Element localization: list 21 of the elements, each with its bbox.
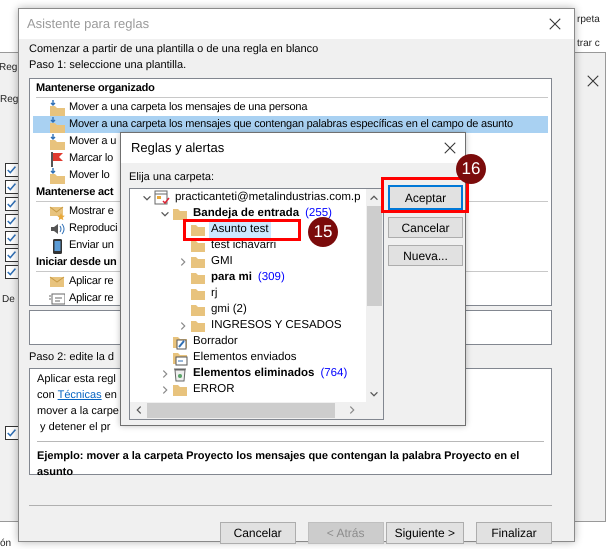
window-text: De (2, 293, 15, 307)
window-title: Reglas y alertas (131, 139, 224, 158)
window-text: trar c (577, 37, 600, 51)
instruction-text: Comenzar a partir de una plantilla o de una regla en blanco (29, 42, 318, 57)
description-text: con (37, 389, 56, 401)
example-text: Ejemplo: mover a la carpeta Proyecto los mensajes que contengan la palabra Proyecto en el asunto (37, 449, 520, 480)
window-text: Reg (0, 93, 18, 107)
prompt-label: Elija una carpeta: (129, 170, 214, 185)
description-text: Aplicar esta regl (37, 372, 116, 387)
window-text: Reg (0, 61, 18, 75)
description-text: y detener el pr (39, 420, 110, 435)
unread-count: (309) (258, 270, 285, 286)
description-text: mover a la carpe (37, 404, 119, 419)
window-title: Asistente para reglas (27, 15, 150, 34)
unread-count: (764) (320, 366, 348, 382)
description-text: en (104, 389, 117, 401)
section-header: Mantenerse organizado (36, 80, 548, 98)
step-label: Paso 1: seleccione una plantilla. (29, 58, 186, 73)
step-label: Paso 2: edite la d (29, 350, 114, 365)
window-text: rpeta (577, 13, 600, 27)
window-text: ón (0, 537, 12, 549)
